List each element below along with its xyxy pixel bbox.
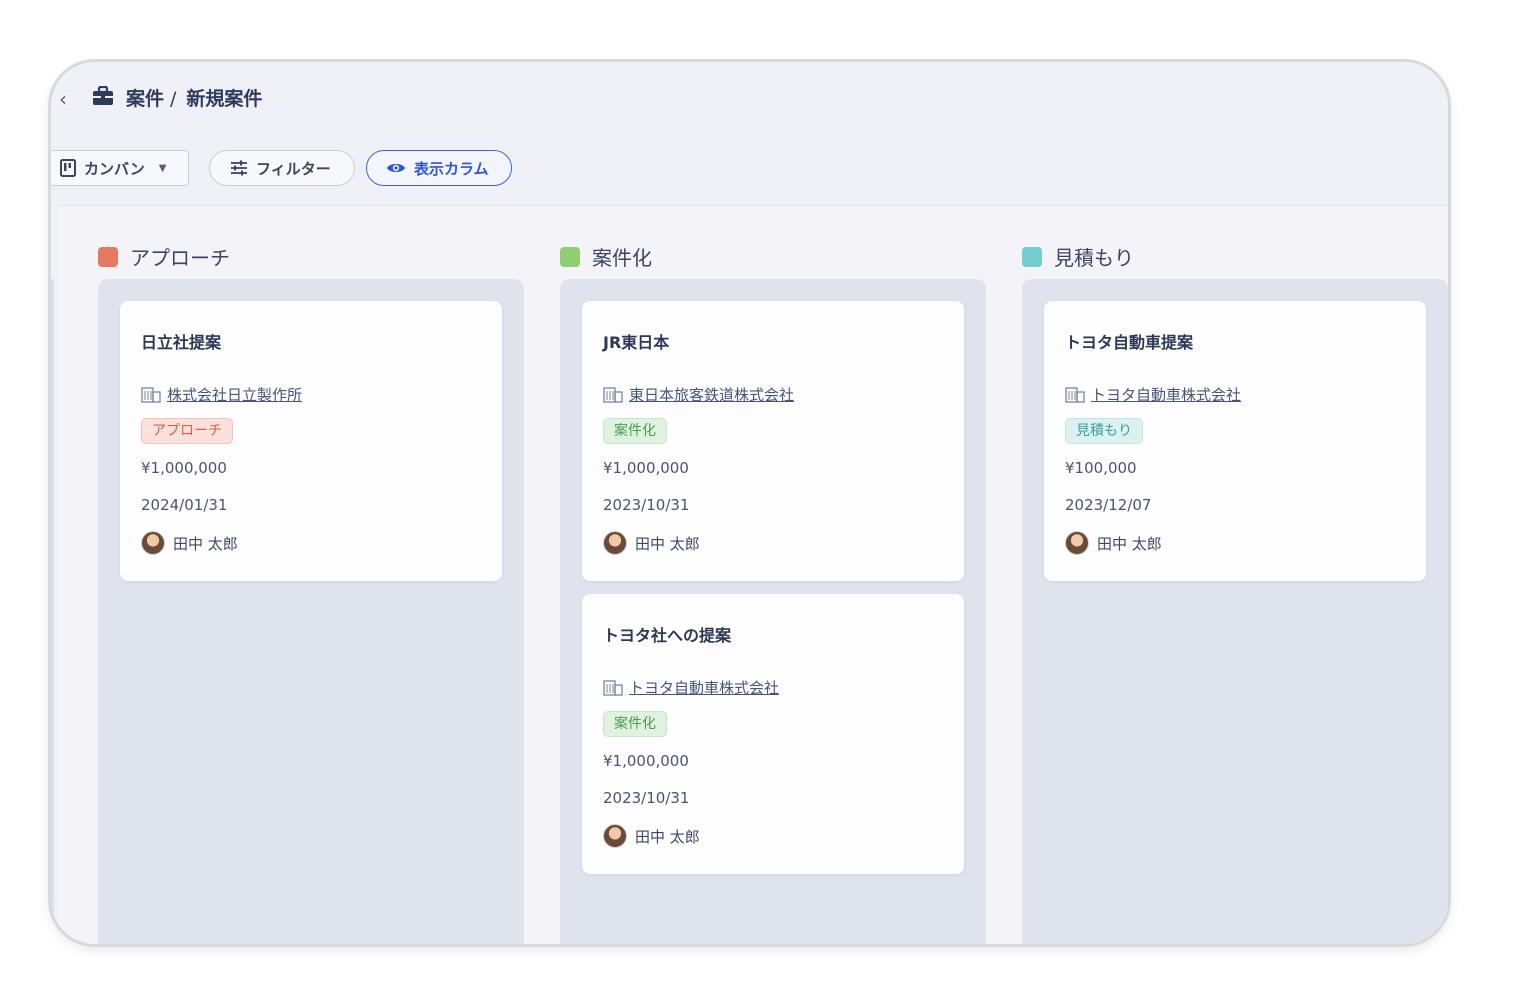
due-date: 2024/01/31 [141, 496, 228, 514]
card-title[interactable]: トヨタ自動車提案 [1065, 329, 1193, 353]
avatar [1065, 531, 1089, 555]
card-title[interactable]: 日立社提案 [141, 329, 221, 353]
deal-card[interactable]: トヨタ自動車提案 トヨタ自動車株式会社 見積もり ¥100,000 2023/1… [1044, 301, 1426, 581]
owner: 田中 太郎 [141, 531, 238, 555]
briefcase-icon [93, 86, 113, 105]
amount: ¥100,000 [1065, 459, 1137, 477]
deal-card[interactable]: トヨタ社への提案 トヨタ自動車株式会社 案件化 ¥1,000,000 2023/… [582, 594, 964, 874]
due-date: 2023/10/31 [603, 789, 690, 807]
header: ‹ 案件 / 新規案件 カンバン ▼ フィルター 表示カラム [51, 62, 1448, 205]
due-date: 2023/10/31 [603, 496, 690, 514]
owner-name: 田中 太郎 [173, 534, 238, 553]
amount: ¥1,000,000 [603, 752, 689, 770]
status-color-dot [98, 246, 118, 267]
card-title[interactable]: JR東日本 [603, 329, 669, 353]
kanban-icon [60, 159, 76, 177]
kanban-view-dropdown[interactable]: カンバン ▼ [51, 150, 189, 186]
company-name: トヨタ自動車株式会社 [629, 679, 780, 697]
company-name: 株式会社日立製作所 [167, 386, 303, 404]
display-columns-button[interactable]: 表示カラム [366, 150, 512, 186]
company-link[interactable]: トヨタ自動車株式会社 [1065, 384, 1241, 405]
amount: ¥1,000,000 [603, 459, 689, 477]
status-color-dot [1022, 246, 1042, 267]
status-badge: 案件化 [603, 711, 667, 737]
owner: 田中 太郎 [603, 531, 700, 555]
deal-card[interactable]: JR東日本 東日本旅客鉄道株式会社 案件化 ¥1,000,000 2023/10… [582, 301, 964, 581]
avatar [603, 531, 627, 555]
chevron-left-icon[interactable]: ‹ [59, 87, 67, 111]
company-link[interactable]: 株式会社日立製作所 [141, 384, 302, 405]
breadcrumb-separator: / [170, 88, 177, 110]
breadcrumb-parent[interactable]: 案件 [126, 88, 164, 110]
kanban-label: カンバン [84, 159, 145, 178]
deal-card[interactable]: 日立社提案 株式会社日立製作所 アプローチ ¥1,000,000 2024/01… [120, 301, 502, 581]
eye-icon [387, 163, 405, 173]
column-title: 案件化 [592, 246, 652, 270]
company-name: トヨタ自動車株式会社 [1091, 386, 1242, 404]
avatar [141, 531, 165, 555]
building-icon [141, 386, 161, 403]
building-icon [603, 386, 623, 403]
owner: 田中 太郎 [1065, 531, 1162, 555]
column-header-case: 案件化 [560, 242, 652, 271]
column-title: 見積もり [1054, 246, 1134, 270]
company-link[interactable]: トヨタ自動車株式会社 [603, 677, 779, 698]
status-color-dot [560, 246, 580, 267]
status-badge: 案件化 [603, 418, 667, 444]
app-window: ‹ 案件 / 新規案件 カンバン ▼ フィルター 表示カラム アプローチ 案件化… [51, 62, 1448, 944]
column-header-approach: アプローチ [98, 242, 230, 271]
column-title: アプローチ [130, 246, 230, 270]
caret-down-icon: ▼ [158, 162, 167, 174]
owner-name: 田中 太郎 [1097, 534, 1162, 553]
building-icon [603, 679, 623, 696]
owner-name: 田中 太郎 [635, 534, 700, 553]
avatar [603, 824, 627, 848]
status-badge: 見積もり [1065, 418, 1143, 444]
display-columns-label: 表示カラム [414, 159, 489, 178]
building-icon [1065, 386, 1085, 403]
filter-label: フィルター [256, 159, 331, 178]
owner: 田中 太郎 [603, 824, 700, 848]
filter-button[interactable]: フィルター [209, 150, 355, 186]
kanban-column-edge [51, 279, 54, 944]
company-link[interactable]: 東日本旅客鉄道株式会社 [603, 384, 794, 405]
breadcrumb-current: 新規案件 [186, 88, 263, 110]
column-header-estimate: 見積もり [1022, 242, 1134, 271]
amount: ¥1,000,000 [141, 459, 227, 477]
card-title[interactable]: トヨタ社への提案 [603, 622, 731, 646]
owner-name: 田中 太郎 [635, 827, 700, 846]
sliders-icon [231, 160, 247, 176]
company-name: 東日本旅客鉄道株式会社 [629, 386, 795, 404]
status-badge: アプローチ [141, 418, 233, 444]
breadcrumb: 案件 / 新規案件 [126, 84, 262, 111]
due-date: 2023/12/07 [1065, 496, 1152, 514]
